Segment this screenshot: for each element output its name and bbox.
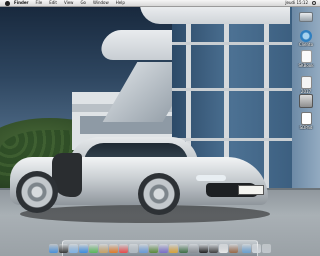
documents-icon[interactable] (252, 244, 261, 253)
desktop-icon-hard-drive[interactable] (294, 10, 318, 22)
dock (49, 240, 271, 256)
safari-icon[interactable] (79, 244, 88, 253)
car-rear-wheel (16, 171, 58, 213)
firefox-icon[interactable] (109, 244, 118, 253)
textedit-icon[interactable] (219, 244, 228, 253)
desktop-icon-sdpad[interactable]: SDPad (294, 112, 318, 130)
iphoto-icon[interactable] (149, 244, 158, 253)
desktop-icon-cliento[interactable]: Cliento (294, 30, 318, 47)
document-icon (300, 50, 312, 63)
desktop-icon-skbook[interactable]: SKBook (294, 50, 318, 68)
address-book-icon[interactable] (99, 244, 108, 253)
car-license-plate (238, 185, 264, 195)
silver-sports-car (10, 135, 270, 220)
mail-icon[interactable] (69, 244, 78, 253)
menu-help[interactable]: Help (116, 0, 125, 6)
menu-edit[interactable]: Edit (49, 0, 57, 6)
system-preferences-icon (299, 94, 313, 108)
document-icon (300, 76, 312, 89)
desktop-icon-preferences[interactable] (294, 94, 318, 108)
desktop-icon-2017[interactable]: 2017 (294, 76, 318, 94)
dashboard-icon[interactable] (59, 244, 68, 253)
menu-view[interactable]: View (64, 0, 74, 6)
menu-file[interactable]: File (36, 0, 43, 6)
roof-edge (140, 4, 290, 24)
desktop-icon-label: SDPad (299, 125, 313, 130)
app-icon (300, 30, 312, 42)
ical-icon[interactable] (119, 244, 128, 253)
menu-app-finder[interactable]: Finder (14, 0, 29, 6)
itunes-icon[interactable] (139, 244, 148, 253)
time-machine-icon[interactable] (179, 244, 188, 253)
desktop-icon-label: SKBook (298, 63, 314, 68)
menu-clock[interactable]: Jeudi 15:12 (285, 0, 308, 6)
stacks-icon[interactable] (242, 244, 251, 253)
menu-go[interactable]: Go (80, 0, 86, 6)
trash-icon[interactable] (262, 244, 271, 253)
car-front-wheel (138, 173, 180, 215)
desktop-wallpaper (0, 0, 320, 256)
hard-drive-icon (299, 12, 313, 22)
document-icon (300, 112, 312, 125)
camera-icon[interactable] (209, 244, 218, 253)
system-preferences-icon[interactable] (189, 244, 198, 253)
car-headlamp (196, 175, 226, 181)
finder-icon[interactable] (49, 244, 58, 253)
spotlight-icon[interactable] (312, 1, 316, 5)
desktop-icon-label: Cliento (298, 42, 314, 47)
menu-window[interactable]: Window (93, 0, 109, 6)
imovie-icon[interactable] (159, 244, 168, 253)
ichat-icon[interactable] (89, 244, 98, 253)
preview-icon[interactable] (129, 244, 138, 253)
garageband-icon[interactable] (169, 244, 178, 253)
menu-bar: Finder File Edit View Go Window Help Jeu… (0, 0, 320, 7)
terminal-icon[interactable] (199, 244, 208, 253)
application-icon[interactable] (229, 244, 238, 253)
apple-icon[interactable] (5, 0, 10, 6)
